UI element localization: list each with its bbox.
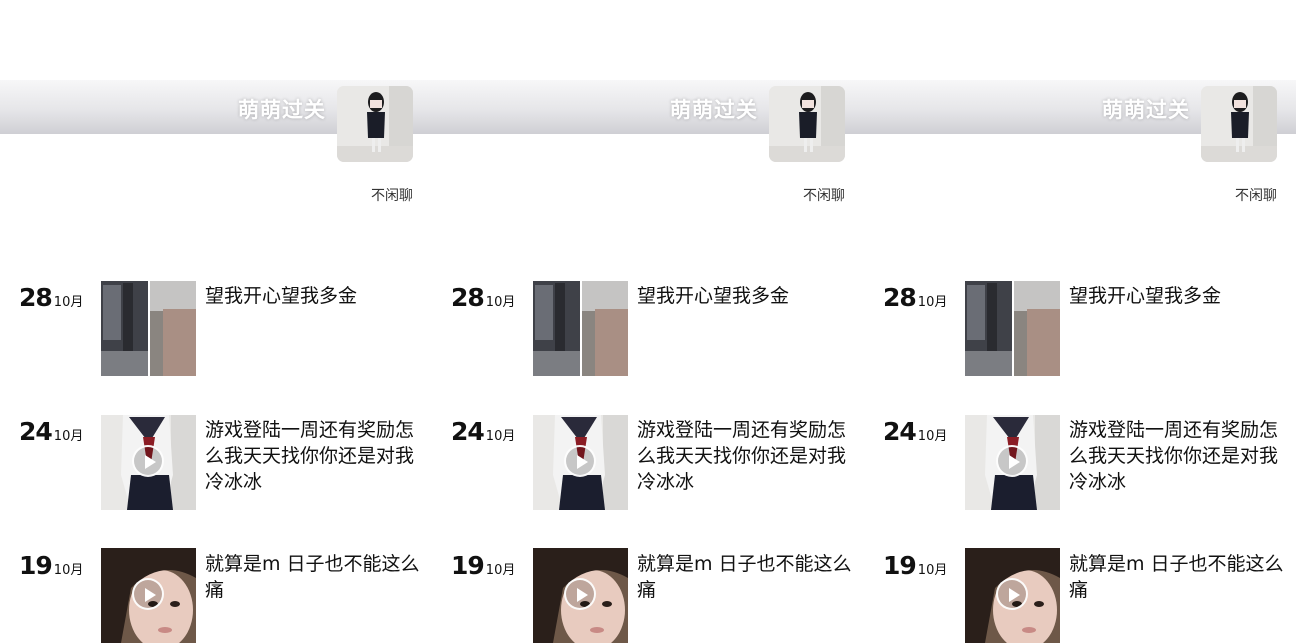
post-day: 24	[19, 417, 53, 446]
play-icon[interactable]	[564, 445, 596, 477]
avatar[interactable]	[769, 86, 845, 162]
avatar-image-icon	[769, 86, 845, 162]
play-icon[interactable]	[996, 578, 1028, 610]
post-text: 游戏登陆一周还有奖励怎么我天天找你你还是对我冷冰冰	[637, 419, 847, 493]
post-text: 望我开心望我多金	[1069, 285, 1222, 307]
post-day: 28	[19, 283, 53, 312]
profile-caption: 不闲聊	[371, 188, 413, 204]
post-day: 24	[883, 417, 917, 446]
post-thumbnail[interactable]	[533, 281, 628, 376]
play-icon[interactable]	[996, 445, 1028, 477]
avatar[interactable]	[337, 86, 413, 162]
post-date: 24 10月	[883, 417, 947, 446]
post-month: 10月	[53, 295, 84, 310]
profile-caption: 不闲聊	[803, 188, 845, 204]
photo-dark-room-icon	[965, 281, 1060, 376]
photo-dark-room-icon	[533, 281, 628, 376]
post-date: 19 10月	[883, 551, 947, 580]
post-date: 24 10月	[451, 417, 515, 446]
play-icon[interactable]	[564, 578, 596, 610]
post-date: 28 10月	[451, 283, 515, 312]
post-thumbnail[interactable]	[965, 415, 1060, 510]
feed-column-2: 萌萌过关 不闲聊 28 10月 望我开心望我多金 24 10月 游戏登陆一周还有…	[432, 0, 864, 643]
post-date: 19 10月	[451, 551, 515, 580]
post-text: 就算是m 日子也不能这么痛	[205, 553, 420, 601]
post-text: 就算是m 日子也不能这么痛	[637, 553, 852, 601]
post-text: 望我开心望我多金	[637, 285, 790, 307]
post-day: 19	[19, 551, 53, 580]
post-month: 10月	[917, 563, 948, 578]
post-thumbnail[interactable]	[101, 415, 196, 510]
post-month: 10月	[53, 429, 84, 444]
post-thumbnail[interactable]	[533, 415, 628, 510]
post-day: 28	[883, 283, 917, 312]
post-thumbnail[interactable]	[101, 548, 196, 643]
play-icon[interactable]	[132, 578, 164, 610]
post-thumbnail[interactable]	[101, 281, 196, 376]
profile-caption: 不闲聊	[1235, 188, 1277, 204]
banner-title: 萌萌过关	[1102, 98, 1190, 122]
post-day: 19	[451, 551, 485, 580]
post-thumbnail[interactable]	[965, 281, 1060, 376]
feed-column-3: 萌萌过关 不闲聊 28 10月 望我开心望我多金 24 10月 游戏登陆一周还有…	[864, 0, 1296, 643]
post-text: 就算是m 日子也不能这么痛	[1069, 553, 1284, 601]
post-day: 28	[451, 283, 485, 312]
screenshot-canvas: 萌萌过关 不闲聊 28 10月 望我开心望我多金 24 10月 游戏登陆一周还有…	[0, 0, 1296, 643]
post-month: 10月	[485, 295, 516, 310]
post-thumbnail[interactable]	[965, 548, 1060, 643]
post-month: 10月	[917, 429, 948, 444]
post-date: 24 10月	[19, 417, 83, 446]
post-month: 10月	[917, 295, 948, 310]
avatar-image-icon	[337, 86, 413, 162]
post-text: 游戏登陆一周还有奖励怎么我天天找你你还是对我冷冰冰	[205, 419, 415, 493]
post-month: 10月	[485, 429, 516, 444]
post-day: 24	[451, 417, 485, 446]
play-icon[interactable]	[132, 445, 164, 477]
post-month: 10月	[485, 563, 516, 578]
avatar[interactable]	[1201, 86, 1277, 162]
post-date: 28 10月	[19, 283, 83, 312]
post-month: 10月	[53, 563, 84, 578]
post-day: 19	[883, 551, 917, 580]
avatar-image-icon	[1201, 86, 1277, 162]
post-text: 游戏登陆一周还有奖励怎么我天天找你你还是对我冷冰冰	[1069, 419, 1279, 493]
post-text: 望我开心望我多金	[205, 285, 358, 307]
feed-column-1: 萌萌过关 不闲聊 28 10月 望我开心望我多金 24 10月 游戏登陆一周还有…	[0, 0, 432, 643]
post-date: 28 10月	[883, 283, 947, 312]
post-thumbnail[interactable]	[533, 548, 628, 643]
banner-title: 萌萌过关	[670, 98, 758, 122]
post-date: 19 10月	[19, 551, 83, 580]
banner-title: 萌萌过关	[238, 98, 326, 122]
photo-dark-room-icon	[101, 281, 196, 376]
